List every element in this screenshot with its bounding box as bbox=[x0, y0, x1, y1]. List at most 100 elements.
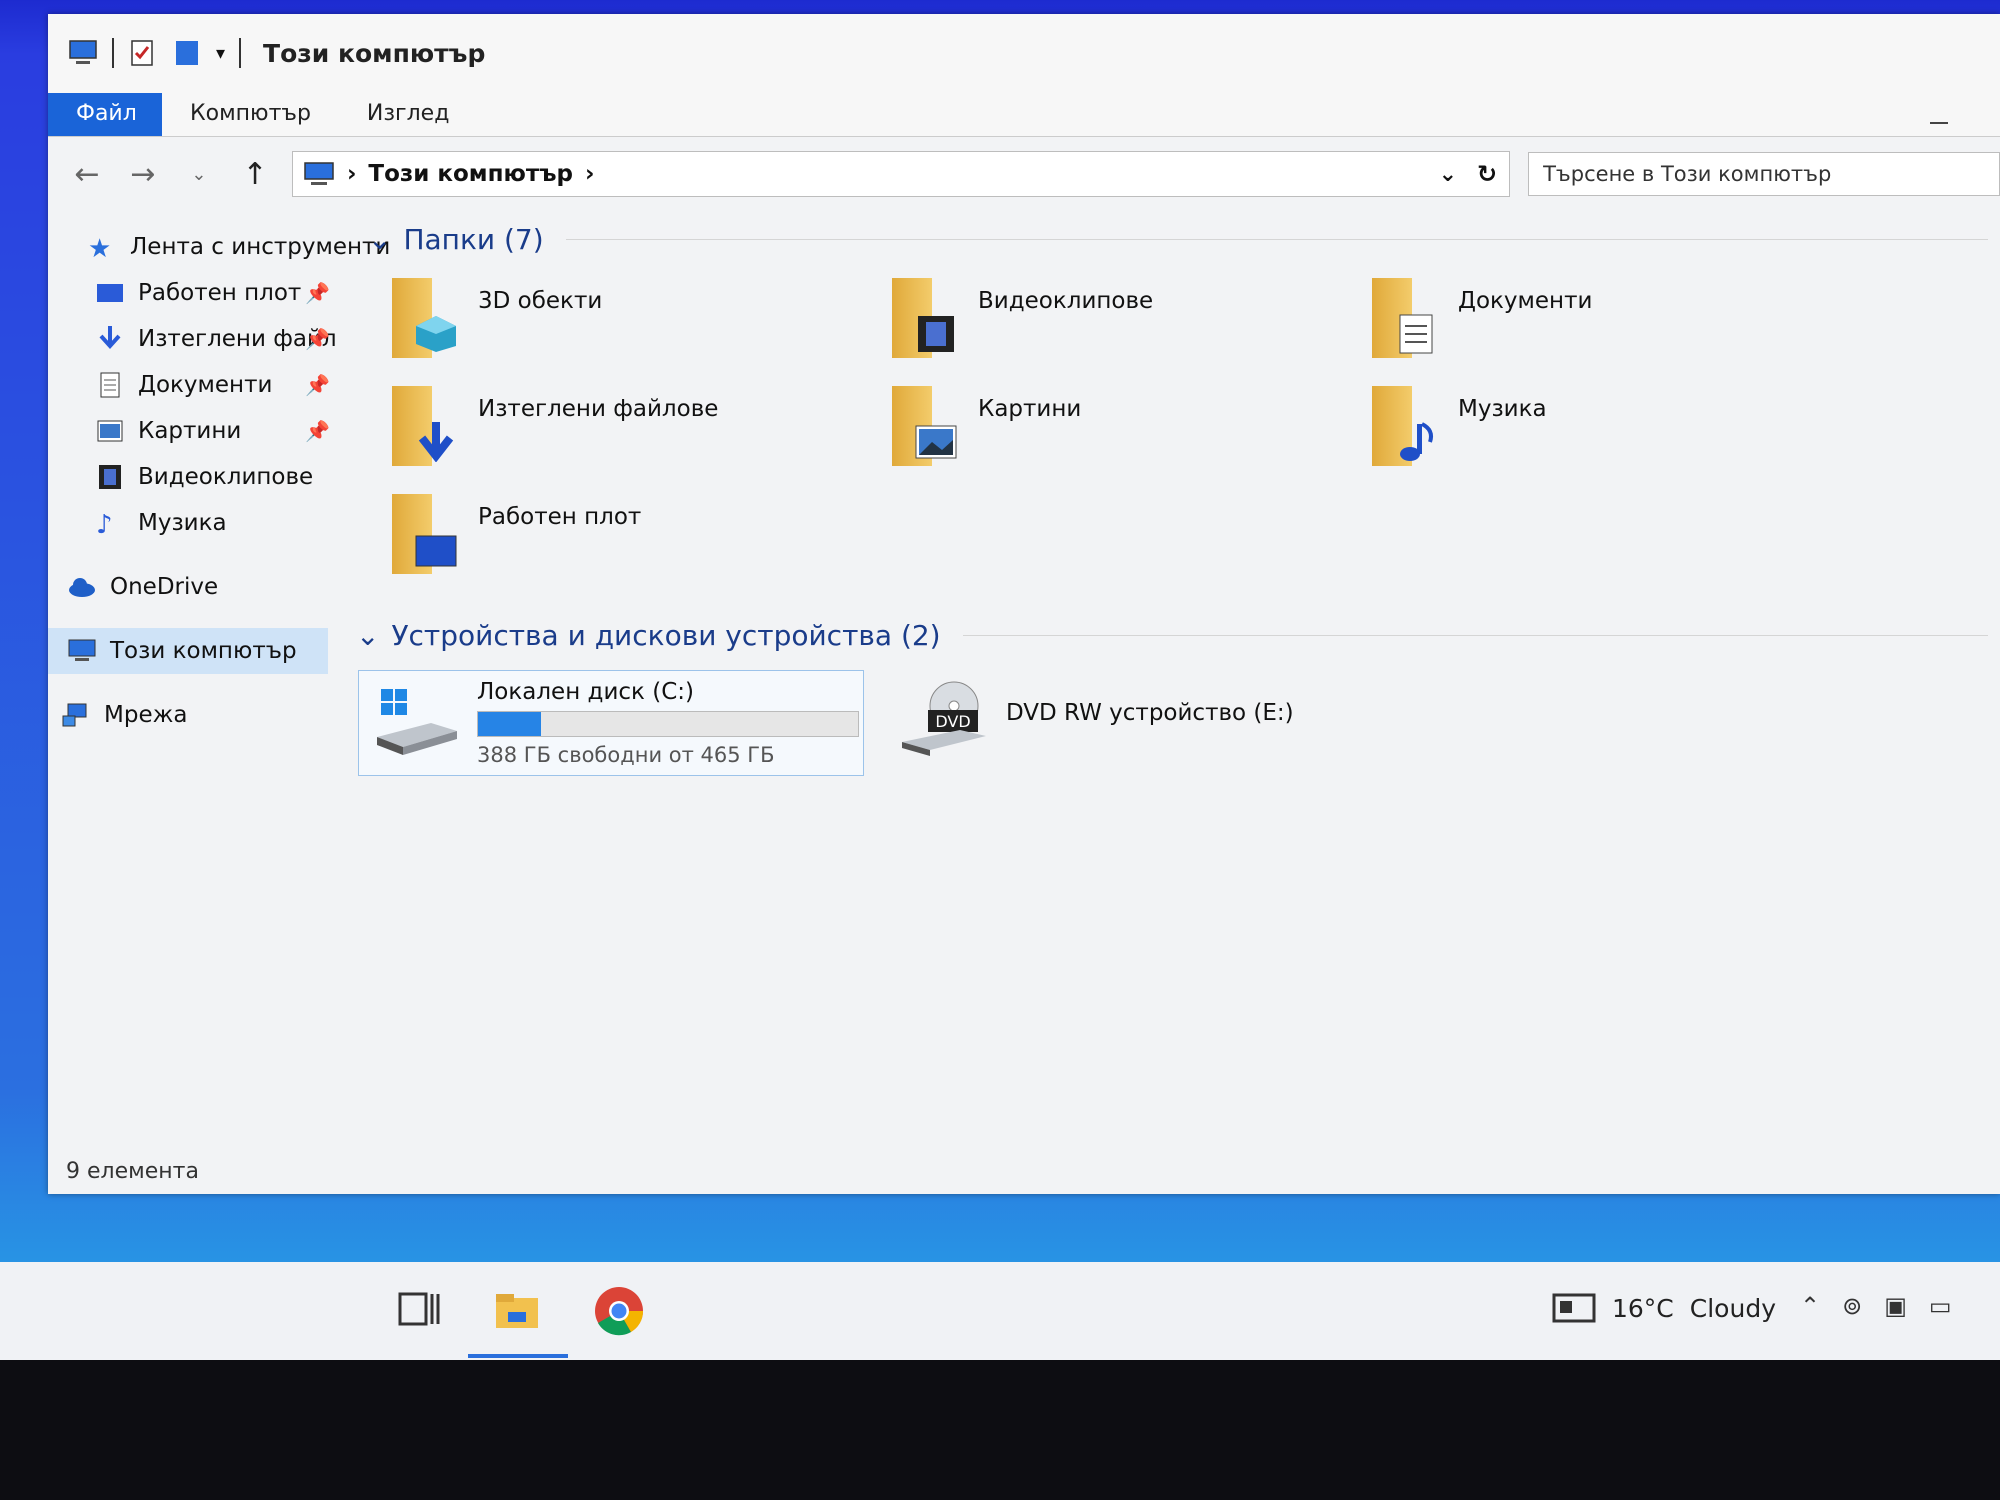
active-app-indicator bbox=[468, 1354, 568, 1358]
folder-label: Работен плот bbox=[478, 504, 642, 530]
drive-label: DVD RW устройство (E:) bbox=[1006, 700, 1294, 726]
3d-objects-icon bbox=[388, 278, 458, 358]
folder-label: Музика bbox=[1458, 396, 1547, 422]
battery-icon[interactable]: ▭ bbox=[1929, 1292, 1952, 1320]
sidebar-item-pictures[interactable]: Картини 📌 bbox=[48, 408, 348, 454]
desktop-folder-icon bbox=[388, 494, 458, 574]
divider bbox=[565, 238, 1988, 240]
sidebar-item-this-pc[interactable]: Този компютър bbox=[48, 628, 328, 674]
task-view-icon[interactable] bbox=[392, 1284, 446, 1338]
back-arrow-icon[interactable]: ← bbox=[68, 157, 106, 192]
sidebar-item-label: Документи bbox=[138, 372, 273, 398]
network-icon bbox=[62, 703, 87, 727]
folder-item[interactable]: 3D обекти bbox=[388, 278, 888, 364]
sidebar-item-label: Видеоклипове bbox=[138, 464, 314, 490]
up-arrow-icon[interactable]: ↑ bbox=[236, 157, 274, 192]
drive-usage-fill bbox=[478, 712, 542, 736]
desktop: ▾ Този компютър Файл Компютър Изглед ← →… bbox=[0, 0, 2000, 1360]
system-tray: ⌃ ⊚ ▣ ▭ bbox=[1800, 1292, 1952, 1320]
sidebar-item-network[interactable]: Мрежа bbox=[48, 692, 348, 738]
document-icon bbox=[100, 372, 120, 398]
address-bar[interactable]: › Този компютър › ⌄ ↻ bbox=[291, 151, 1511, 197]
folder-grid: 3D обекти Видеоклипове Документи Изтегле… bbox=[388, 278, 1988, 580]
folder-label: Видеоклипове bbox=[978, 288, 1154, 314]
drive-item-e[interactable]: DVD DVD RW устройство (E:) bbox=[888, 670, 1306, 774]
folder-item[interactable]: Картини bbox=[888, 386, 1368, 472]
taskbar: 16°C Cloudy ⌃ ⊚ ▣ ▭ bbox=[0, 1262, 2000, 1360]
chevron-down-icon[interactable]: ⌄ bbox=[368, 223, 391, 256]
computer-icon bbox=[304, 162, 334, 185]
navigation-pane: ★ Лента с инструменти Работен плот 📌 Изт… bbox=[48, 224, 390, 738]
sidebar-item-quick-access[interactable]: ★ Лента с инструменти bbox=[48, 224, 390, 270]
meet-now-icon[interactable]: ▣ bbox=[1884, 1292, 1907, 1320]
separator bbox=[239, 38, 242, 68]
file-explorer-window: ▾ Този компютър Файл Компютър Изглед ← →… bbox=[48, 14, 2000, 1194]
search-placeholder: Търсене в Този компютър bbox=[1543, 162, 1832, 186]
news-icon bbox=[1552, 1293, 1596, 1323]
music-folder-icon bbox=[1368, 386, 1438, 466]
folder-item[interactable]: Видеоклипове bbox=[888, 278, 1368, 364]
weather-widget[interactable]: 16°C Cloudy bbox=[1552, 1292, 1776, 1324]
tab-computer[interactable]: Компютър bbox=[162, 93, 339, 136]
recent-locations-icon[interactable]: ⌄ bbox=[180, 164, 218, 185]
video-icon bbox=[99, 465, 121, 489]
language-icon[interactable]: ⊚ bbox=[1842, 1292, 1862, 1320]
breadcrumb[interactable]: Този компютър bbox=[368, 161, 573, 187]
sidebar-item-label: Музика bbox=[138, 510, 227, 536]
navigation-bar: ← → ⌄ ↑ › Този компютър › ⌄ ↻ Търсене в … bbox=[48, 137, 2000, 211]
drive-free-space: 388 ГБ свободни от 465 ГБ bbox=[477, 743, 775, 767]
download-icon bbox=[99, 326, 121, 349]
sidebar-item-downloads[interactable]: Изтеглени файл 📌 bbox=[48, 316, 348, 362]
dvd-badge: DVD bbox=[935, 712, 970, 731]
pin-icon[interactable]: 📌 bbox=[305, 419, 330, 443]
chevron-down-icon[interactable]: ⌄ bbox=[1439, 162, 1457, 187]
chevron-down-icon[interactable]: ⌄ bbox=[356, 619, 379, 652]
cloud-icon bbox=[69, 578, 95, 597]
drive-usage-bar bbox=[477, 711, 859, 737]
section-title: Папки (7) bbox=[403, 222, 544, 256]
section-header-folders[interactable]: ⌄ Папки (7) bbox=[368, 214, 1988, 264]
forward-arrow-icon[interactable]: → bbox=[124, 157, 162, 192]
folder-label: Изтеглени файлове bbox=[478, 396, 719, 422]
ribbon: Файл Компютър Изглед bbox=[48, 92, 2000, 137]
sidebar-item-label: Мрежа bbox=[104, 702, 188, 728]
folder-label: Документи bbox=[1458, 288, 1593, 314]
computer-icon bbox=[68, 639, 96, 661]
refresh-icon[interactable]: ↻ bbox=[1477, 160, 1497, 188]
tab-file[interactable]: Файл bbox=[48, 93, 162, 136]
content-pane: ⌄ Папки (7) 3D обекти Видеоклипове Докум… bbox=[356, 214, 1988, 776]
chrome-icon[interactable] bbox=[592, 1284, 646, 1338]
section-header-devices[interactable]: ⌄ Устройства и дискови устройства (2) bbox=[356, 610, 1988, 660]
pin-icon[interactable]: 📌 bbox=[305, 373, 330, 397]
pictures-folder-icon bbox=[888, 386, 958, 466]
folder-item[interactable]: Музика bbox=[1368, 386, 1848, 472]
status-bar: 9 елемента bbox=[66, 1159, 199, 1184]
drive-label: Локален диск (C:) bbox=[477, 679, 695, 705]
divider bbox=[962, 634, 1988, 636]
sidebar-item-documents[interactable]: Документи 📌 bbox=[48, 362, 348, 408]
tab-view[interactable]: Изглед bbox=[339, 93, 478, 136]
chevron-up-icon[interactable]: ⌃ bbox=[1800, 1292, 1820, 1320]
folder-item[interactable]: Изтеглени файлове bbox=[388, 386, 888, 472]
search-input[interactable]: Търсене в Този компютър bbox=[1528, 152, 2000, 196]
sidebar-item-onedrive[interactable]: OneDrive bbox=[48, 564, 348, 610]
pin-icon[interactable]: 📌 bbox=[305, 327, 330, 351]
new-folder-icon[interactable] bbox=[172, 39, 202, 67]
file-explorer-icon[interactable] bbox=[490, 1284, 544, 1338]
sidebar-item-desktop[interactable]: Работен плот 📌 bbox=[48, 270, 348, 316]
separator bbox=[112, 38, 114, 68]
pin-icon[interactable]: 📌 bbox=[305, 281, 330, 305]
drive-item-c[interactable]: Локален диск (C:) 388 ГБ свободни от 465… bbox=[358, 670, 864, 776]
sidebar-item-videos[interactable]: Видеоклипове bbox=[48, 454, 348, 500]
music-icon: ♪ bbox=[96, 510, 113, 540]
window-title: Този компютър bbox=[263, 38, 486, 68]
customize-toolbar-icon[interactable]: ▾ bbox=[216, 43, 225, 64]
sidebar-item-music[interactable]: ♪ Музика bbox=[48, 500, 348, 546]
properties-icon[interactable] bbox=[128, 39, 158, 67]
minimize-button[interactable] bbox=[1930, 122, 1948, 124]
folder-label: Картини bbox=[978, 396, 1082, 422]
folder-item[interactable]: Документи bbox=[1368, 278, 1848, 364]
monitor-bezel bbox=[0, 1360, 2000, 1500]
sidebar-item-label: OneDrive bbox=[110, 574, 219, 600]
folder-item[interactable]: Работен плот bbox=[388, 494, 888, 580]
